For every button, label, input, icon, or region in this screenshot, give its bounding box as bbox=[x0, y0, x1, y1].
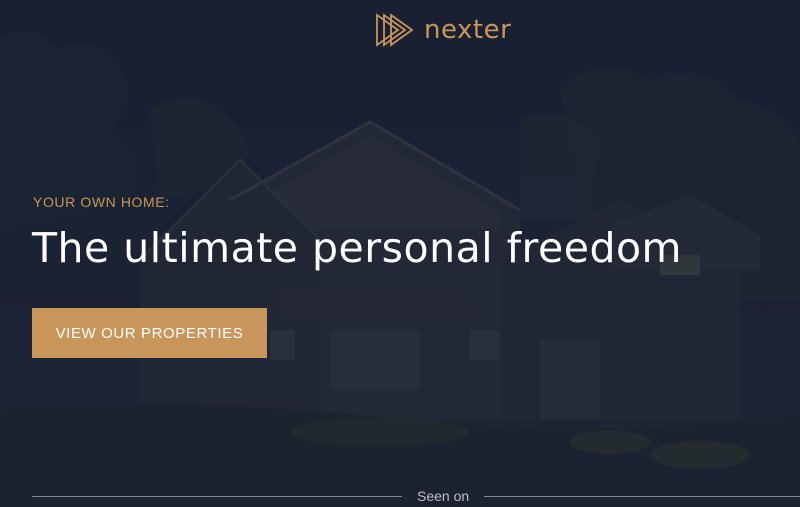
triple-play-triangles-icon bbox=[376, 13, 414, 47]
divider-line-right bbox=[484, 495, 800, 497]
divider-line-left bbox=[32, 495, 402, 497]
hero-headline: The ultimate personal freedom bbox=[32, 224, 682, 272]
view-properties-button[interactable]: VIEW OUR PROPERTIES bbox=[32, 308, 267, 358]
brand-logo[interactable]: nexter bbox=[376, 12, 511, 48]
seen-on-divider: Seen on bbox=[32, 486, 800, 506]
seen-on-label: Seen on bbox=[417, 488, 470, 504]
hero-eyebrow: YOUR OWN HOME: bbox=[33, 194, 170, 210]
brand-name: nexter bbox=[424, 15, 512, 45]
